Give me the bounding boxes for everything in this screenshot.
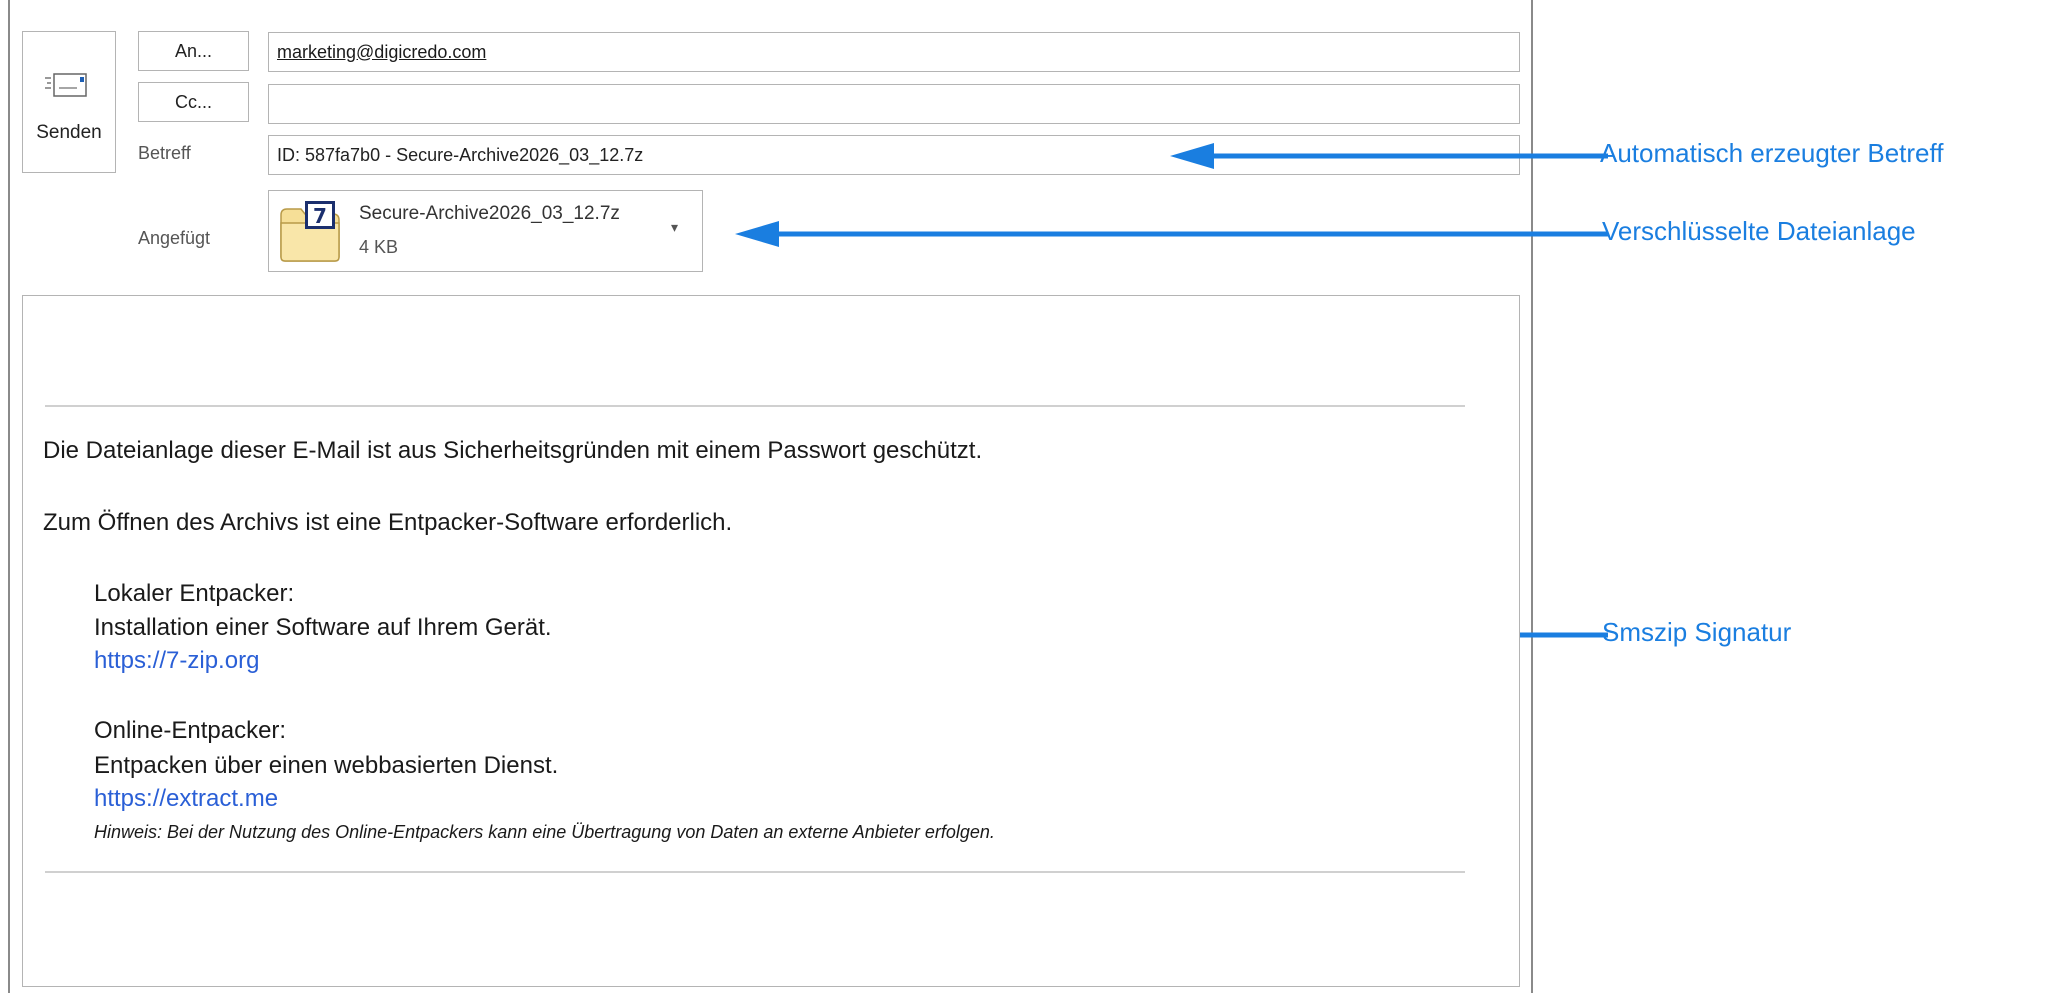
arrow-left-icon — [1170, 143, 1608, 169]
local-extractor-desc: Installation einer Software auf Ihrem Ge… — [94, 614, 552, 641]
body-line-1: Die Dateianlage dieser E-Mail ist aus Si… — [43, 437, 983, 464]
arrow-left-icon — [735, 221, 1608, 247]
annotation-attachment: Verschlüsselte Dateianlage — [1602, 216, 1916, 246]
privacy-note: Hinweis: Bei der Nutzung des Online-Entp… — [94, 822, 995, 842]
signature-divider-bottom — [45, 871, 1465, 873]
attached-label: Angefügt — [138, 228, 211, 248]
attachment-chip[interactable]: 7 Secure-Archive2026_03_12.7z 4 KB ▾ — [268, 190, 703, 272]
subject-value: ID: 587fa7b0 - Secure-Archive2026_03_12.… — [277, 144, 644, 165]
to-button[interactable]: An... — [138, 31, 249, 71]
archive-7z-icon: 7 — [277, 199, 343, 265]
window-frame-left — [8, 0, 10, 993]
attachment-size: 4 KB — [359, 237, 399, 257]
send-label: Senden — [36, 122, 102, 143]
link-7zip[interactable]: https://7-zip.org — [94, 647, 259, 675]
to-recipient[interactable]: marketing@digicredo.com — [277, 42, 486, 63]
send-button[interactable]: Senden — [22, 31, 116, 173]
send-icon — [43, 70, 95, 100]
chevron-down-icon[interactable]: ▾ — [671, 219, 678, 236]
cc-button[interactable]: Cc... — [138, 82, 249, 122]
local-extractor-title: Lokaler Entpacker: — [94, 580, 295, 607]
subject-label: Betreff — [138, 143, 191, 163]
online-extractor-desc: Entpacken über einen webbasierten Dienst… — [94, 752, 559, 779]
cc-field[interactable] — [268, 84, 1520, 124]
online-extractor-title: Online-Entpacker: — [94, 717, 287, 744]
annotation-signature: Smszip Signatur — [1602, 617, 1792, 647]
to-field[interactable]: marketing@digicredo.com — [268, 32, 1520, 72]
svg-text:7: 7 — [313, 204, 327, 228]
annotation-subject: Automatisch erzeugter Betreff — [1600, 138, 1944, 168]
link-extract-me[interactable]: https://extract.me — [94, 785, 278, 813]
signature-divider-top — [45, 405, 1465, 407]
attachment-name: Secure-Archive2026_03_12.7z — [359, 203, 620, 224]
body-line-2: Zum Öffnen des Archivs ist eine Entpacke… — [43, 509, 733, 536]
